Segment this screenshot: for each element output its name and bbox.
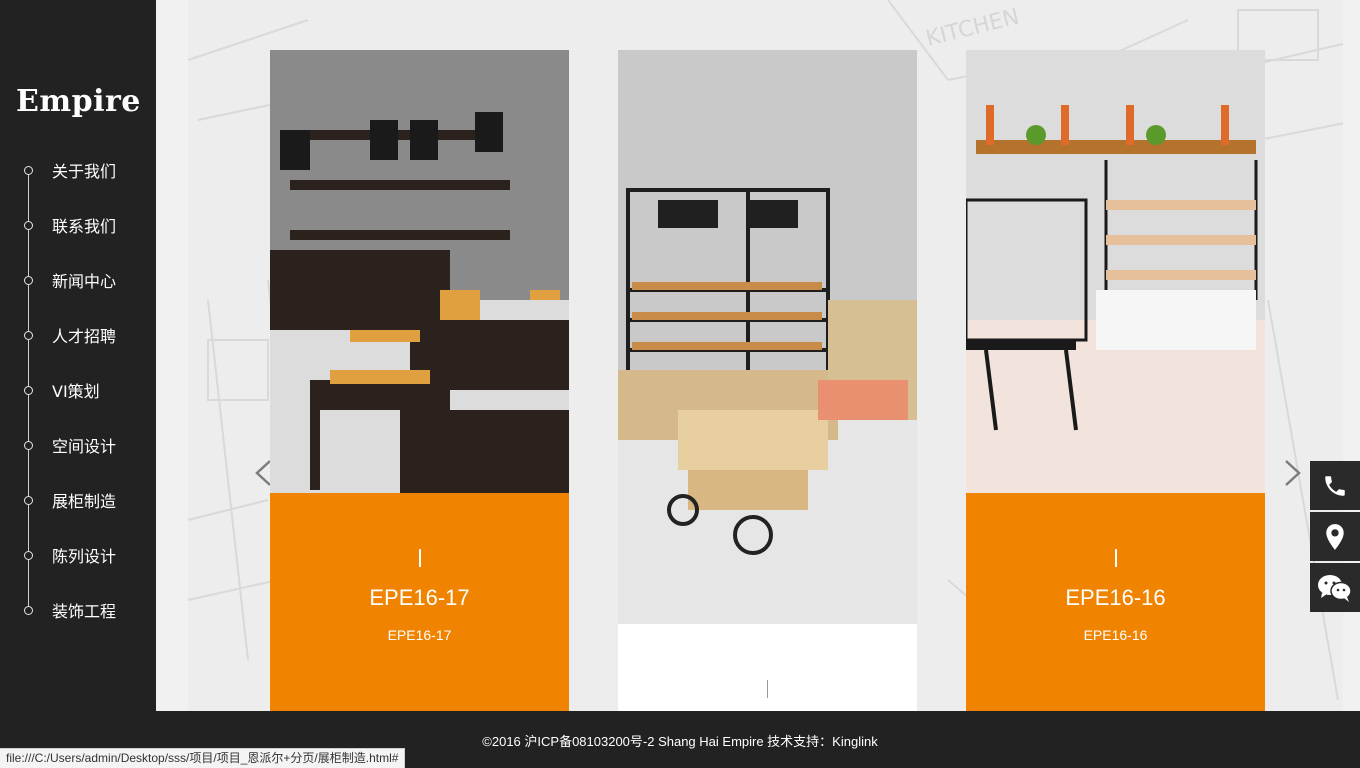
nav-item-label: VI策划 <box>52 382 100 401</box>
nav-item-label: 陈列设计 <box>52 547 117 566</box>
nav-dot <box>24 385 33 395</box>
product-card[interactable]: EPE16-16 EPE16-16 <box>966 50 1265 711</box>
nav-item-careers[interactable]: 人才招聘 <box>0 320 156 350</box>
nav-dot <box>24 330 33 340</box>
nav-item-space-design[interactable]: 空间设计 <box>0 430 156 460</box>
nav-dot <box>24 220 33 230</box>
nav-item-label: 装饰工程 <box>52 602 117 621</box>
product-caption: EPE16-17 EPE16-17 <box>270 493 569 711</box>
wechat-icon <box>1318 574 1352 602</box>
chevron-right-icon <box>1285 460 1301 486</box>
nav-item-contact[interactable]: 联系我们 <box>0 210 156 240</box>
product-caption <box>618 624 917 711</box>
nav-item-label: 联系我们 <box>52 217 117 236</box>
product-subtitle: EPE16-16 <box>1083 627 1148 643</box>
brand-logo[interactable]: Empire <box>16 84 141 119</box>
nav-item-news[interactable]: 新闻中心 <box>0 265 156 295</box>
caption-divider <box>767 680 768 698</box>
caption-divider <box>1115 549 1117 567</box>
carousel-next-button[interactable] <box>1278 455 1308 491</box>
nav-item-vi[interactable]: VI策划 <box>0 375 156 405</box>
nav-item-about[interactable]: 关于我们 <box>0 155 156 185</box>
nav-item-label: 展柜制造 <box>52 492 117 511</box>
nav-item-label: 新闻中心 <box>52 272 117 291</box>
location-pin-icon <box>1326 523 1344 550</box>
product-card[interactable] <box>618 50 917 711</box>
nav-dot <box>24 495 33 505</box>
nav-dot <box>24 550 33 560</box>
contact-widgets <box>1310 461 1360 614</box>
nav-dot <box>24 165 33 175</box>
sidebar: Empire 关于我们 联系我们 新闻中心 人才招聘 VI策划 空间设计 展柜制… <box>0 0 156 768</box>
browser-status-url: file:///C:/Users/admin/Desktop/sss/项目/项目… <box>0 748 406 768</box>
caption-divider <box>419 549 421 567</box>
product-title: EPE16-17 <box>369 585 470 610</box>
product-photo <box>966 50 1265 493</box>
nav-dot <box>24 275 33 285</box>
nav-item-display-design[interactable]: 陈列设计 <box>0 540 156 570</box>
product-card[interactable]: EPE16-17 EPE16-17 <box>270 50 569 711</box>
nav-dot <box>24 605 33 615</box>
product-subtitle: EPE16-17 <box>387 627 452 643</box>
nav-item-label: 关于我们 <box>52 162 117 181</box>
phone-widget-button[interactable] <box>1310 461 1360 510</box>
phone-icon <box>1325 475 1345 496</box>
footer-copyright: ©2016 沪ICP备08103200号-2 Shang Hai Empire … <box>482 734 878 749</box>
product-title: EPE16-16 <box>1065 585 1166 610</box>
product-caption: EPE16-16 EPE16-16 <box>966 493 1265 711</box>
nav-item-display-cabinet[interactable]: 展柜制造 <box>0 485 156 515</box>
product-photo <box>270 50 569 493</box>
nav-item-label: 空间设计 <box>52 437 117 456</box>
wechat-widget-button[interactable] <box>1310 563 1360 612</box>
nav-item-decoration[interactable]: 装饰工程 <box>0 595 156 625</box>
nav-dot <box>24 440 33 450</box>
location-widget-button[interactable] <box>1310 512 1360 561</box>
nav-item-label: 人才招聘 <box>52 327 117 346</box>
product-photo <box>618 50 917 624</box>
